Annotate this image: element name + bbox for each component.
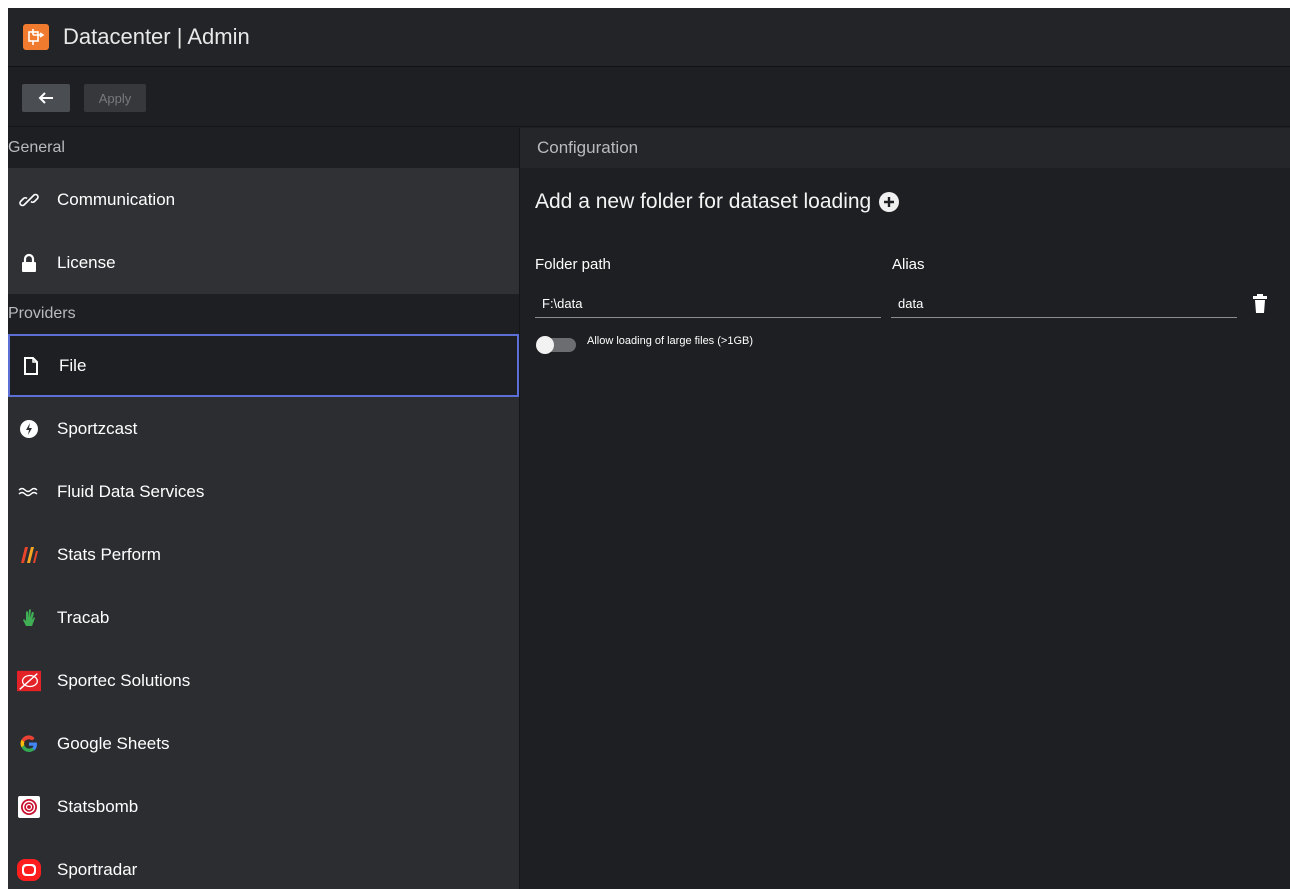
sidebar-item-label: Sportzcast (57, 418, 138, 438)
app-title: Datacenter | Admin (63, 24, 250, 49)
add-folder-heading-text: Add a new folder for dataset loading (535, 190, 872, 213)
tracab-icon (17, 606, 41, 630)
sidebar-item-label: File (59, 355, 87, 375)
lock-icon (17, 251, 41, 275)
back-button[interactable] (22, 84, 70, 112)
alias-value: data (898, 296, 924, 311)
alias-label: Alias (892, 256, 925, 273)
sidebar-item-google-sheets[interactable]: Google Sheets (8, 712, 519, 775)
sidebar-item-statsbomb[interactable]: Statsbomb (8, 775, 519, 838)
google-icon (17, 732, 41, 756)
title-bar: Datacenter | Admin (8, 8, 1290, 67)
sidebar-item-label: Sportec Solutions (57, 670, 191, 690)
alias-input[interactable]: data (891, 290, 1237, 318)
sidebar-item-file[interactable]: File (8, 334, 519, 397)
sidebar-item-label: Sportradar (57, 859, 138, 879)
config-header-label: Configuration (537, 138, 639, 157)
add-folder-heading: Add a new folder for dataset loading (535, 190, 900, 214)
folder-path-input[interactable]: F:\data (535, 290, 881, 318)
link-icon (17, 188, 41, 212)
sidebar-item-license[interactable]: License (8, 231, 519, 294)
sidebar-item-label: Stats Perform (57, 544, 161, 564)
statsbomb-icon (17, 795, 41, 819)
sportzcast-icon (17, 417, 41, 441)
large-files-toggle[interactable] (536, 336, 576, 354)
sidebar-item-label: Fluid Data Services (57, 481, 205, 501)
section-header-label: Providers (8, 305, 76, 322)
app-window: Datacenter | Admin Apply General Communi… (8, 8, 1290, 889)
sidebar-item-tracab[interactable]: Tracab (8, 586, 519, 649)
sidebar-item-label: Google Sheets (57, 733, 170, 753)
toggle-thumb (536, 336, 554, 354)
arrow-left-icon (38, 92, 53, 104)
section-header-label: General (8, 139, 65, 156)
sidebar-item-sportzcast[interactable]: Sportzcast (8, 397, 519, 460)
sidebar-item-sportec-solutions[interactable]: Sportec Solutions (8, 649, 519, 712)
sidebar-item-fluid-data-services[interactable]: Fluid Data Services (8, 460, 519, 523)
sidebar: General Communication License Providers … (8, 128, 520, 889)
file-icon (19, 354, 43, 378)
folder-path-label: Folder path (535, 256, 611, 273)
add-circle-icon[interactable] (879, 192, 900, 212)
app-logo-icon (23, 24, 49, 50)
waves-icon (17, 480, 41, 504)
sidebar-section-general: General (8, 128, 519, 168)
sidebar-item-label: Communication (57, 189, 176, 209)
stats-perform-icon (17, 543, 41, 567)
sportradar-icon (17, 858, 41, 882)
config-panel: Configuration Add a new folder for datas… (520, 128, 1290, 889)
sidebar-item-label: License (57, 252, 116, 272)
folder-path-value: F:\data (542, 296, 583, 311)
large-files-toggle-label: Allow loading of large files (>1GB) (587, 335, 753, 347)
config-header: Configuration (520, 128, 1290, 168)
trash-icon[interactable] (1252, 294, 1268, 314)
sidebar-item-label: Statsbomb (57, 796, 139, 816)
sidebar-section-providers: Providers (8, 294, 519, 334)
toolbar: Apply (8, 67, 1290, 127)
sidebar-item-stats-perform[interactable]: Stats Perform (8, 523, 519, 586)
sidebar-item-communication[interactable]: Communication (8, 168, 519, 231)
apply-button[interactable]: Apply (84, 84, 146, 112)
sidebar-item-sportradar[interactable]: Sportradar (8, 838, 519, 889)
sidebar-item-label: Tracab (57, 607, 110, 627)
sportec-icon (17, 669, 41, 693)
